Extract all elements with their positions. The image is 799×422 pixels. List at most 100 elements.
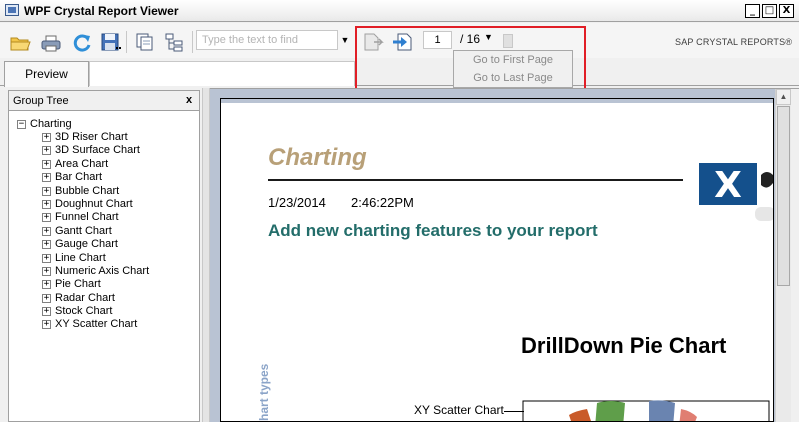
group-tree-title: Group Tree	[13, 95, 69, 107]
expand-icon[interactable]: +	[42, 199, 51, 209]
expand-icon[interactable]: +	[42, 186, 51, 196]
group-tree-header: Group Tree x	[9, 91, 199, 111]
open-folder-icon[interactable]	[9, 33, 31, 53]
page-number-input[interactable]: 1	[423, 31, 452, 49]
collapse-icon[interactable]: −	[17, 120, 26, 129]
tab-strip: Preview	[0, 58, 799, 87]
group-tree: − Charting +3D Riser Chart +3D Surface Ch…	[15, 118, 195, 332]
tree-node[interactable]: + Gantt Chart	[15, 225, 195, 238]
tree-node-label[interactable]: Gauge Chart	[55, 238, 118, 251]
chevron-down-icon[interactable]: ▼	[484, 32, 493, 42]
tree-node[interactable]: + Numeric Axis Chart	[15, 265, 195, 278]
previous-page-icon[interactable]	[362, 32, 384, 52]
next-page-icon[interactable]	[392, 32, 414, 52]
tree-node-label[interactable]: Radar Chart	[55, 292, 115, 305]
scroll-up-arrow-icon[interactable]: ▲	[776, 89, 791, 105]
panel-splitter[interactable]	[202, 88, 210, 422]
tree-node[interactable]: + Stock Chart	[15, 305, 195, 318]
expand-icon[interactable]: +	[42, 213, 51, 223]
expand-icon[interactable]: +	[42, 226, 51, 236]
window-title: WPF Crystal Report Viewer	[24, 4, 179, 18]
tree-node[interactable]: + Line Chart	[15, 252, 195, 265]
pie-chart-frame	[522, 400, 770, 421]
group-tree-close-button[interactable]: x	[186, 94, 192, 106]
tree-node[interactable]: +3D Surface Chart	[15, 144, 195, 157]
tree-node-label[interactable]: Stock Chart	[55, 305, 112, 318]
toolbar-separator	[126, 31, 127, 53]
menu-item-go-to-last-page[interactable]: Go to Last Page	[454, 70, 572, 87]
tree-node[interactable]: + Bubble Chart	[15, 185, 195, 198]
tree-node-label[interactable]: Pie Chart	[55, 278, 101, 291]
chart-types-axis-label: hart types	[257, 363, 271, 421]
tree-node[interactable]: + XY Scatter Chart	[15, 318, 195, 331]
pie-slice-label: XY Scatter Chart	[414, 403, 504, 417]
tree-node-label[interactable]: Charting	[30, 118, 72, 131]
tab-strip-blank	[89, 61, 355, 86]
vertical-scrollbar[interactable]: ▲	[775, 89, 791, 422]
toolbar-grip	[503, 34, 513, 48]
report-title: Charting	[268, 144, 367, 171]
save-icon[interactable]	[100, 32, 122, 52]
search-input[interactable]: Type the text to find	[196, 30, 338, 50]
expand-icon[interactable]: +	[42, 280, 51, 290]
tree-node-charting[interactable]: − Charting	[15, 118, 195, 131]
title-bar: WPF Crystal Report Viewer _ □ X	[0, 0, 799, 22]
expand-icon[interactable]: +	[42, 293, 51, 303]
tree-node[interactable]: + Doughnut Chart	[15, 198, 195, 211]
tree-node-label[interactable]: Bubble Chart	[55, 185, 119, 198]
logo-shadow	[755, 207, 773, 221]
pie-slice	[679, 409, 697, 421]
expand-icon[interactable]: +	[42, 146, 51, 156]
page-top-strip	[221, 99, 773, 103]
tree-node[interactable]: + Radar Chart	[15, 292, 195, 305]
refresh-icon[interactable]	[71, 32, 93, 52]
tree-node-label[interactable]: Funnel Chart	[55, 211, 119, 224]
tree-node-label[interactable]: Gantt Chart	[55, 225, 112, 238]
pie-slice	[649, 400, 675, 421]
tree-node-label[interactable]: Numeric Axis Chart	[55, 265, 149, 278]
expand-icon[interactable]: +	[42, 133, 51, 142]
tree-node-label[interactable]: 3D Surface Chart	[55, 144, 140, 157]
expand-icon[interactable]: +	[42, 253, 51, 263]
report-page: Charting 1/23/2014 2:46:22PM Add new cha…	[220, 98, 774, 422]
expand-icon[interactable]: +	[42, 240, 51, 250]
tree-node[interactable]: + Gauge Chart	[15, 238, 195, 251]
expand-icon[interactable]: +	[42, 173, 51, 183]
tree-node-label[interactable]: Bar Chart	[55, 171, 102, 184]
report-date: 1/23/2014	[268, 195, 326, 210]
group-tree-panel: Group Tree x − Charting +3D Riser Chart +…	[8, 90, 200, 422]
report-time: 2:46:22PM	[351, 195, 414, 210]
maximize-button[interactable]: □	[762, 4, 777, 18]
expand-icon[interactable]: +	[42, 307, 51, 317]
crystal-reports-logo-icon: X	[699, 163, 757, 205]
expand-icon[interactable]: +	[42, 320, 51, 330]
expand-icon[interactable]: +	[42, 266, 51, 276]
expand-icon[interactable]: +	[42, 159, 51, 169]
menu-item-go-to-first-page[interactable]: Go to First Page	[454, 52, 572, 69]
tree-node[interactable]: + Bar Chart	[15, 171, 195, 184]
group-tree-toggle-icon[interactable]	[164, 32, 186, 52]
toolbar-separator	[192, 31, 193, 53]
tree-node[interactable]: + Funnel Chart	[15, 211, 195, 224]
logo-partial-glyph	[761, 172, 773, 188]
scrollbar-thumb[interactable]	[777, 106, 790, 286]
tree-node-label[interactable]: XY Scatter Chart	[55, 318, 137, 331]
drilldown-pie-chart[interactable]	[521, 397, 774, 422]
logo-letter: X	[714, 165, 742, 205]
chevron-down-icon[interactable]: ▼	[338, 30, 352, 50]
tree-node-label[interactable]: Doughnut Chart	[55, 198, 133, 211]
tree-node-label[interactable]: Line Chart	[55, 252, 106, 265]
window-right-edge	[791, 89, 799, 422]
close-button[interactable]: X	[779, 4, 794, 18]
print-icon[interactable]	[40, 33, 62, 53]
tree-node-label[interactable]: 3D Riser Chart	[55, 131, 128, 144]
copy-icon[interactable]	[134, 32, 156, 52]
tree-node-label[interactable]: Area Chart	[55, 158, 108, 171]
tree-node[interactable]: +3D Riser Chart	[15, 131, 195, 144]
minimize-button[interactable]: _	[745, 4, 760, 18]
pie-slice	[595, 401, 625, 421]
tab-preview[interactable]: Preview	[4, 61, 89, 87]
tree-node[interactable]: + Area Chart	[15, 158, 195, 171]
tree-node[interactable]: + Pie Chart	[15, 278, 195, 291]
page-navigation-menu: Go to First Page Go to Last Page	[453, 50, 573, 88]
